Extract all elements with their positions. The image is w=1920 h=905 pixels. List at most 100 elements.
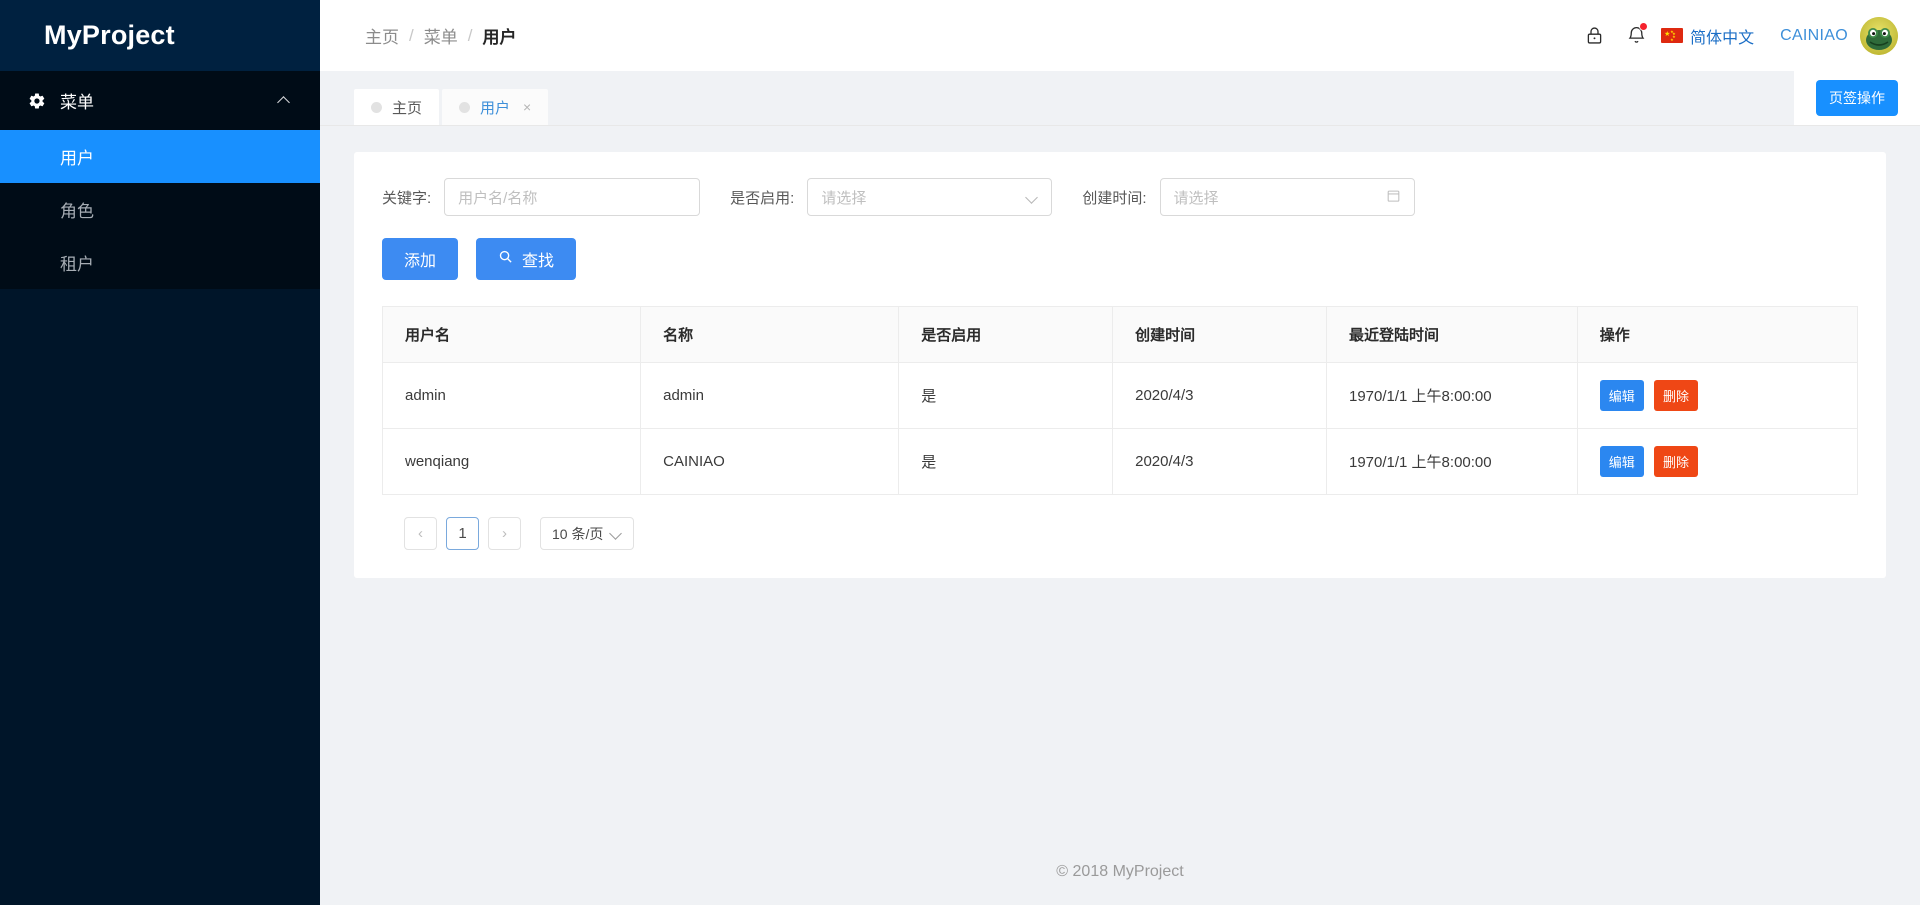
sidebar-group-label: 菜单 — [60, 93, 94, 112]
table-body: admin admin 是 2020/4/3 1970/1/1 上午8:00:0… — [381, 362, 1859, 495]
sidebar-item-roles[interactable]: 角色 — [0, 183, 320, 236]
pagination-prev[interactable]: ‹ — [404, 517, 437, 550]
main-area: 主页 / 菜单 / 用户 ★ ★ ★ ★ ★ 简体中文 CAINIAO 主页 用… — [320, 0, 1920, 905]
tab-status-dot — [371, 101, 382, 113]
tab-home[interactable]: 主页 — [354, 89, 440, 125]
enabled-label: 是否启用: — [730, 189, 795, 207]
header-actions: ★ ★ ★ ★ ★ 简体中文 CAINIAO — [1573, 15, 1898, 57]
breadcrumb: 主页 / 菜单 / 用户 — [365, 23, 516, 48]
table-header-row: 用户名 名称 是否启用 创建时间 最近登陆时间 操作 — [381, 306, 1859, 363]
users-card: 关键字: 用户名/名称 是否启用: 请选择 创建时间: 请选择 添加 查找 用户… — [354, 152, 1886, 578]
table-row: admin admin 是 2020/4/3 1970/1/1 上午8:00:0… — [381, 362, 1859, 429]
breadcrumb-separator: / — [409, 25, 414, 45]
tab-label: 主页 — [392, 99, 423, 117]
top-header: 主页 / 菜单 / 用户 ★ ★ ★ ★ ★ 简体中文 CAINIAO — [320, 0, 1920, 71]
delete-button[interactable]: 删除 — [1653, 380, 1698, 411]
cell-operations: 编辑 删除 — [1577, 428, 1859, 495]
avatar[interactable] — [1860, 16, 1898, 55]
chevron-up-icon — [278, 94, 292, 108]
edit-button[interactable]: 编辑 — [1599, 380, 1644, 411]
enabled-select[interactable]: 请选择 — [807, 178, 1053, 216]
keyword-label: 关键字: — [382, 189, 432, 207]
column-created: 创建时间 — [1112, 306, 1327, 363]
calendar-icon — [1386, 188, 1401, 207]
language-label: 简体中文 — [1690, 29, 1755, 47]
search-input[interactable]: 用户名/名称 — [444, 178, 701, 216]
tabs-action-area: 页签操作 — [1794, 70, 1920, 125]
cell-enabled: 是 — [898, 362, 1114, 429]
cell-enabled: 是 — [898, 428, 1114, 495]
tab-users[interactable]: 用户 × — [442, 89, 549, 125]
search-button[interactable]: 查找 — [476, 238, 577, 280]
cell-name: CAINIAO — [640, 428, 900, 495]
enabled-placeholder: 请选择 — [821, 189, 867, 207]
pagination-page-1[interactable]: 1 — [446, 517, 479, 550]
column-username: 用户名 — [381, 306, 642, 363]
tabs-list: 主页 用户 × — [354, 89, 549, 125]
enabled-field-group: 是否启用: 请选择 — [730, 178, 1053, 216]
cell-last-login: 1970/1/1 上午8:00:00 — [1326, 362, 1578, 429]
table-row: wenqiang CAINIAO 是 2020/4/3 1970/1/1 上午8… — [381, 428, 1859, 495]
chevron-down-icon — [611, 528, 622, 539]
created-label: 创建时间: — [1082, 189, 1147, 207]
sidebar: MyProject 菜单 用户 角色 租户 — [0, 0, 320, 905]
created-field-group: 创建时间: 请选择 — [1082, 178, 1415, 216]
copyright-text: © 2018 MyProject — [1056, 863, 1184, 880]
content-area: 关键字: 用户名/名称 是否启用: 请选择 创建时间: 请选择 添加 查找 用户… — [320, 126, 1920, 839]
sidebar-group-menu[interactable]: 菜单 — [0, 71, 320, 130]
pagination-next[interactable]: › — [488, 517, 521, 550]
filter-bar: 关键字: 用户名/名称 是否启用: 请选择 创建时间: 请选择 — [382, 178, 1858, 216]
sidebar-item-users[interactable]: 用户 — [0, 130, 320, 183]
sidebar-logo[interactable]: MyProject — [0, 0, 320, 71]
keyword-placeholder: 用户名/名称 — [458, 189, 538, 207]
cell-last-login: 1970/1/1 上午8:00:00 — [1326, 428, 1578, 495]
sidebar-item-label: 租户 — [60, 255, 94, 274]
chevron-down-icon — [1027, 192, 1038, 203]
cell-operations: 编辑 删除 — [1577, 362, 1859, 429]
add-button[interactable]: 添加 — [382, 238, 459, 280]
breadcrumb-item-menu[interactable]: 菜单 — [424, 23, 458, 48]
column-name: 名称 — [640, 306, 900, 363]
keyword-field-group: 关键字: 用户名/名称 — [382, 178, 701, 216]
users-table: 用户名 名称 是否启用 创建时间 最近登陆时间 操作 admin admin 是 — [381, 306, 1859, 495]
username-label[interactable]: CAINIAO — [1780, 27, 1848, 45]
gear-icon — [28, 92, 46, 110]
breadcrumb-item-users: 用户 — [482, 28, 517, 47]
search-button-label: 查找 — [522, 253, 555, 270]
delete-button[interactable]: 删除 — [1653, 446, 1698, 477]
action-buttons: 添加 查找 — [382, 238, 1858, 280]
notification-badge — [1639, 21, 1649, 31]
lock-icon[interactable] — [1573, 15, 1615, 57]
tabs-bar: 主页 用户 × 页签操作 — [320, 70, 1920, 126]
add-button-label: 添加 — [404, 253, 437, 270]
tab-action-button[interactable]: 页签操作 — [1816, 79, 1898, 116]
cell-name: admin — [640, 362, 900, 429]
sidebar-item-label: 用户 — [60, 149, 94, 168]
page-size-label: 10 条/页 — [552, 525, 604, 542]
pagination: ‹ 1 › 10 条/页 — [382, 495, 1858, 550]
bell-icon[interactable] — [1615, 15, 1657, 57]
sidebar-spacer — [0, 289, 320, 905]
app-root: MyProject 菜单 用户 角色 租户 主页 / 菜单 / 用户 ★ ★ ★… — [0, 0, 1920, 905]
cell-created: 2020/4/3 — [1112, 362, 1327, 429]
page-size-select[interactable]: 10 条/页 — [540, 517, 635, 550]
created-date-input[interactable]: 请选择 — [1159, 178, 1415, 216]
column-enabled: 是否启用 — [898, 306, 1114, 363]
search-icon — [498, 249, 513, 269]
tab-label: 用户 — [480, 99, 511, 117]
tab-status-dot — [459, 101, 471, 113]
cell-created: 2020/4/3 — [1112, 428, 1327, 495]
column-operations: 操作 — [1577, 306, 1859, 363]
logo-text: MyProject — [44, 19, 175, 50]
language-switcher[interactable]: ★ ★ ★ ★ ★ 简体中文 — [1661, 24, 1754, 48]
cell-username: admin — [381, 362, 642, 429]
table-head: 用户名 名称 是否启用 创建时间 最近登陆时间 操作 — [381, 306, 1859, 363]
sidebar-item-label: 角色 — [60, 202, 94, 221]
breadcrumb-item-home[interactable]: 主页 — [365, 23, 399, 48]
cell-username: wenqiang — [381, 428, 642, 495]
created-placeholder: 请选择 — [1173, 189, 1219, 207]
close-icon[interactable]: × — [523, 100, 531, 114]
footer: © 2018 MyProject — [320, 839, 1920, 905]
sidebar-item-tenants[interactable]: 租户 — [0, 236, 320, 289]
edit-button[interactable]: 编辑 — [1599, 446, 1644, 477]
